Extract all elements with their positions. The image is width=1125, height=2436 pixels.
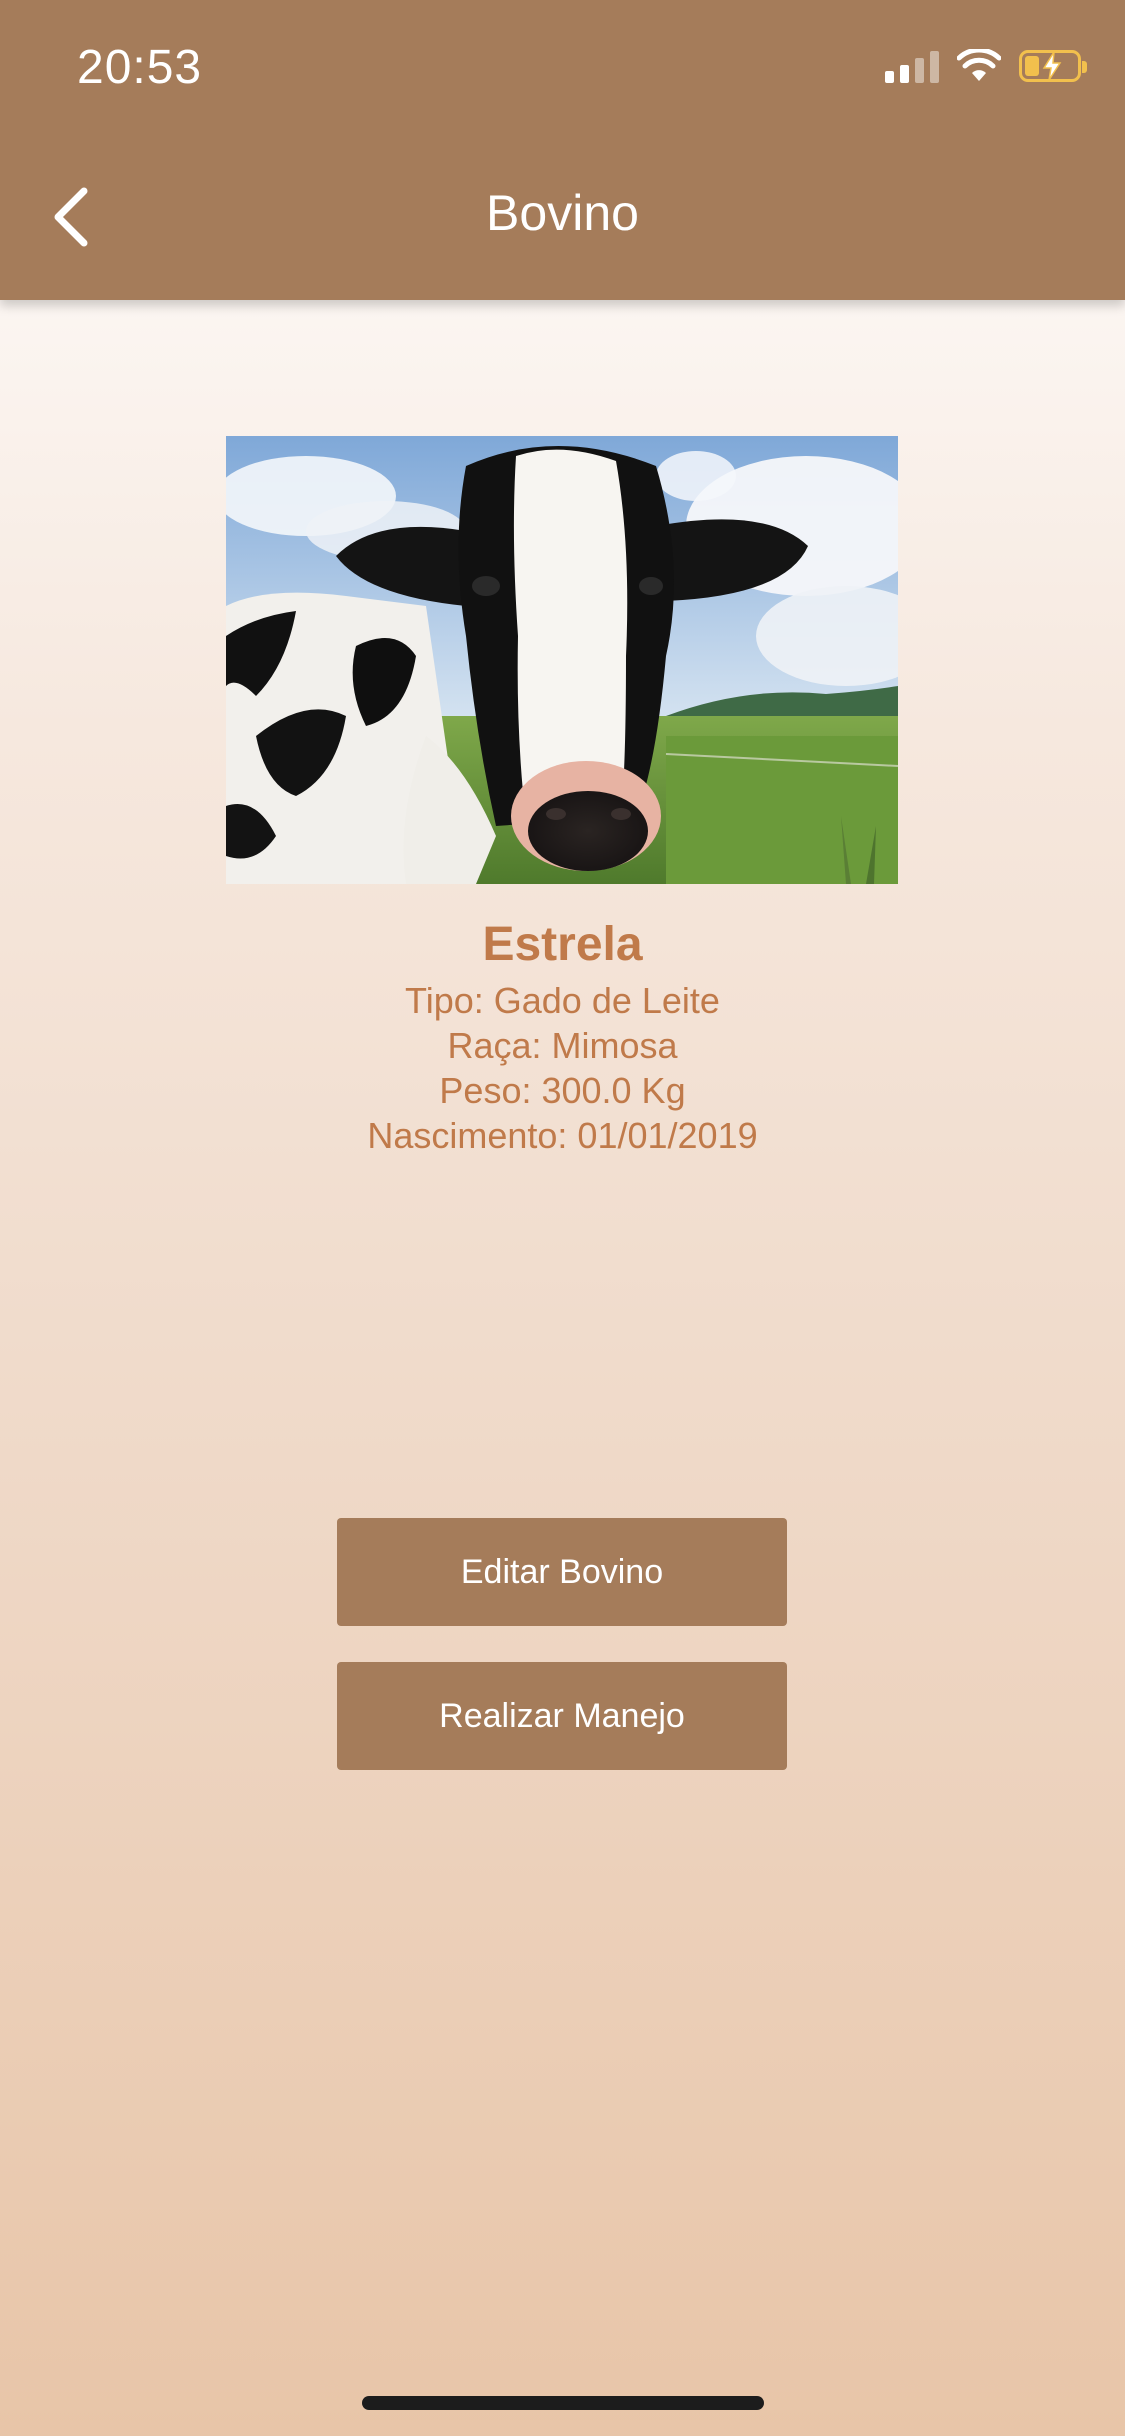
animal-raca: Raça: Mimosa [447,1025,678,1066]
app-header: 20:53 Bovino [0,0,1125,300]
wifi-icon [957,49,1001,81]
page-title: Bovino [486,185,639,241]
realizar-manejo-button[interactable]: Realizar Manejo [337,1662,787,1770]
status-icons [885,46,1087,86]
animal-nascimento: Nascimento: 01/01/2019 [367,1115,758,1156]
cow-photo [226,436,898,884]
animal-info: Estrela Tipo: Gado de Leite Raça: Mimosa… [0,912,1125,1158]
edit-bovino-button[interactable]: Editar Bovino [337,1518,787,1626]
status-time: 20:53 [77,41,203,94]
cellular-signal-icon [885,49,939,83]
animal-peso: Peso: 300.0 Kg [439,1070,686,1111]
animal-tipo: Tipo: Gado de Leite [405,980,720,1021]
animal-name: Estrela [482,918,643,971]
home-indicator[interactable] [362,2396,764,2410]
battery-charging-icon [1019,50,1087,82]
